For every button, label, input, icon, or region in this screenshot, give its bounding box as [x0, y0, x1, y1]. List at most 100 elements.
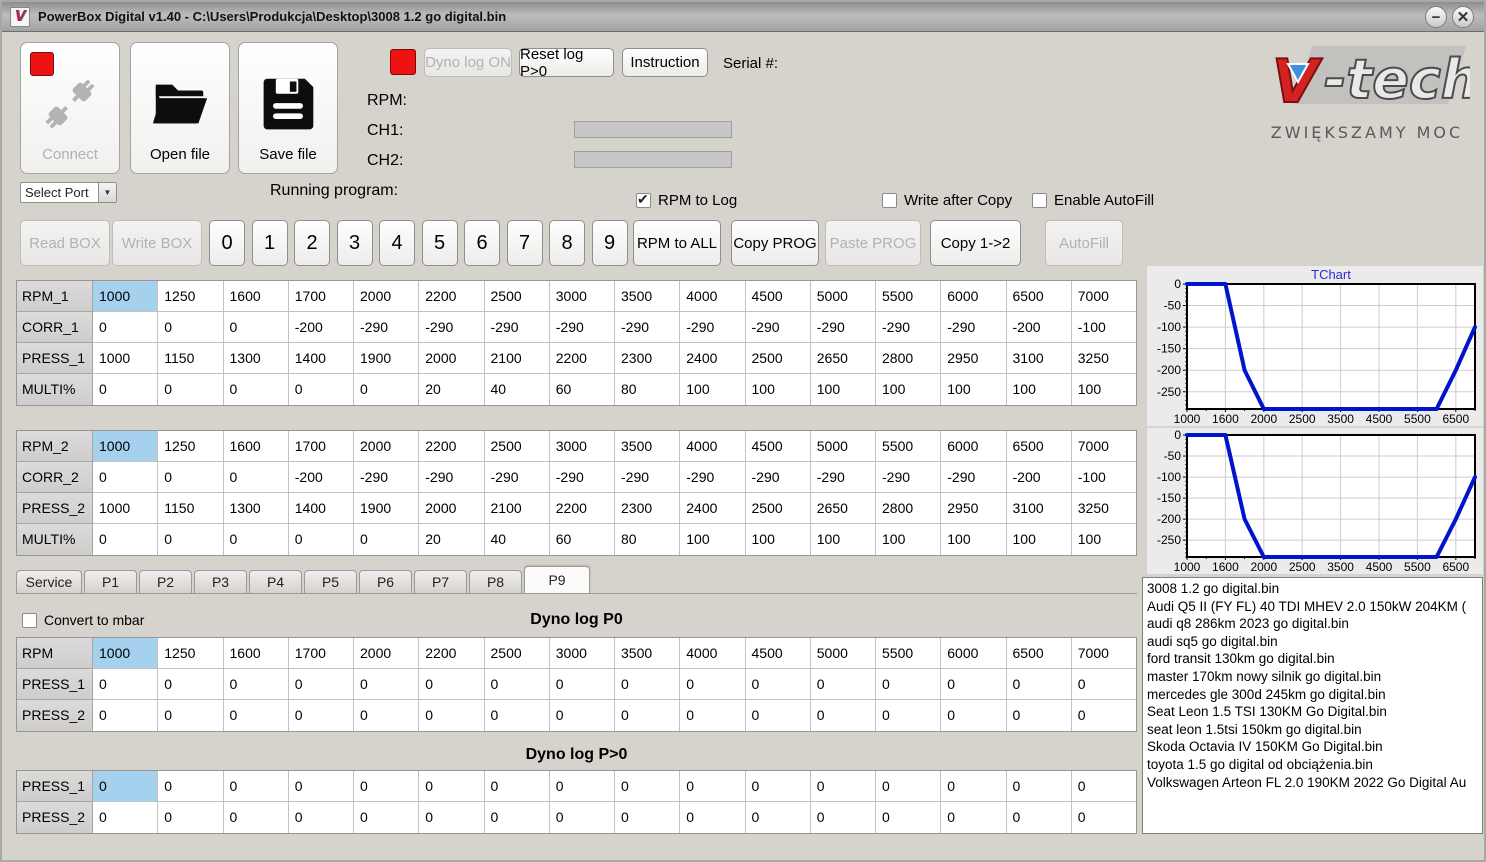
- table-cell[interactable]: 5000: [810, 638, 876, 669]
- open-file-button[interactable]: Open file: [130, 42, 230, 174]
- tab-p2[interactable]: P2: [139, 570, 192, 593]
- table-cell[interactable]: 20: [419, 374, 485, 405]
- table-cell[interactable]: 0: [419, 802, 485, 833]
- file-list-item[interactable]: Seat Leon 1.5 TSI 130KM Go Digital.bin: [1147, 703, 1478, 721]
- table-cell[interactable]: 2200: [419, 638, 485, 669]
- table-cell[interactable]: 2000: [419, 343, 485, 374]
- table-cell[interactable]: 0: [158, 462, 224, 493]
- chevron-down-icon[interactable]: ▼: [98, 183, 116, 202]
- rpm-to-log-box[interactable]: [636, 191, 651, 208]
- table-cell[interactable]: 0: [158, 771, 224, 802]
- digit-button-9[interactable]: 9: [591, 220, 628, 266]
- table-cell[interactable]: 0: [941, 669, 1007, 700]
- table-cell[interactable]: 1700: [288, 431, 354, 462]
- table-cell[interactable]: 0: [745, 669, 811, 700]
- table-cell[interactable]: 100: [810, 524, 876, 555]
- table-cell[interactable]: 0: [288, 802, 354, 833]
- table-cell[interactable]: 100: [1071, 524, 1136, 555]
- table-cell[interactable]: 0: [549, 802, 615, 833]
- tab-p3[interactable]: P3: [194, 570, 247, 593]
- tab-p4[interactable]: P4: [249, 570, 302, 593]
- table-cell[interactable]: -290: [745, 462, 811, 493]
- table-cell[interactable]: 4000: [680, 281, 746, 312]
- table-cell[interactable]: 0: [288, 771, 354, 802]
- table-cell[interactable]: 7000: [1071, 281, 1136, 312]
- table-cell[interactable]: 1300: [223, 343, 289, 374]
- table-cell[interactable]: 0: [549, 700, 615, 731]
- table-cell[interactable]: -290: [876, 462, 942, 493]
- table-cell[interactable]: 0: [288, 700, 354, 731]
- rpm-to-log-checkbox[interactable]: RPM to Log: [636, 191, 737, 209]
- table-cell[interactable]: -100: [1071, 312, 1136, 343]
- table-cell[interactable]: 2500: [484, 281, 550, 312]
- table-cell[interactable]: 1000: [93, 493, 159, 524]
- digit-button-7[interactable]: 7: [506, 220, 543, 266]
- table-cell[interactable]: 5500: [876, 431, 942, 462]
- digit-button-3[interactable]: 3: [336, 220, 373, 266]
- save-file-button[interactable]: Save file: [238, 42, 338, 174]
- table-cell[interactable]: 0: [745, 802, 811, 833]
- table-cell[interactable]: 1000: [93, 431, 159, 462]
- paste-prog-button[interactable]: Paste PROG: [825, 220, 921, 266]
- file-list-item[interactable]: mercedes gle 300d 245km go digital.bin: [1147, 686, 1478, 704]
- table-cell[interactable]: 0: [158, 374, 224, 405]
- table-cell[interactable]: 2000: [354, 431, 420, 462]
- table-cell[interactable]: 0: [354, 669, 420, 700]
- table-cell[interactable]: 0: [354, 771, 420, 802]
- table-cell[interactable]: -290: [876, 312, 942, 343]
- table-cell[interactable]: 2200: [549, 493, 615, 524]
- table-cell[interactable]: 100: [1071, 374, 1136, 405]
- table-cell[interactable]: 2200: [419, 281, 485, 312]
- table-cell[interactable]: 4000: [680, 638, 746, 669]
- table-cell[interactable]: 0: [93, 802, 159, 833]
- minimize-button[interactable]: −: [1425, 6, 1447, 28]
- table-cell[interactable]: 0: [354, 374, 420, 405]
- file-list-item[interactable]: audi q8 286km 2023 go digital.bin: [1147, 615, 1478, 633]
- table-cell[interactable]: 0: [745, 771, 811, 802]
- table-cell[interactable]: 0: [354, 802, 420, 833]
- table-cell[interactable]: 0: [941, 700, 1007, 731]
- table-cell[interactable]: 0: [223, 524, 289, 555]
- table-cell[interactable]: 0: [288, 524, 354, 555]
- table-cell[interactable]: 2950: [941, 343, 1007, 374]
- table-cell[interactable]: 40: [484, 524, 550, 555]
- table-cell[interactable]: 4000: [680, 431, 746, 462]
- table-cell[interactable]: 0: [93, 700, 159, 731]
- table-cell[interactable]: -290: [810, 462, 876, 493]
- table-cell[interactable]: 100: [941, 374, 1007, 405]
- table-cell[interactable]: 2500: [745, 343, 811, 374]
- table-cell[interactable]: 6000: [941, 431, 1007, 462]
- table-cell[interactable]: 2950: [941, 493, 1007, 524]
- table-cell[interactable]: 0: [484, 700, 550, 731]
- table-cell[interactable]: 7000: [1071, 638, 1136, 669]
- table-cell[interactable]: 1250: [158, 431, 224, 462]
- enable-autofill-checkbox[interactable]: Enable AutoFill: [1032, 192, 1154, 209]
- tab-p9[interactable]: P9: [524, 566, 590, 593]
- table-cell[interactable]: 3500: [615, 281, 681, 312]
- table-cell[interactable]: -290: [549, 462, 615, 493]
- table-cell[interactable]: -290: [745, 312, 811, 343]
- table-cell[interactable]: -200: [288, 312, 354, 343]
- table-cell[interactable]: 5000: [810, 431, 876, 462]
- file-list-item[interactable]: master 170km nowy silnik go digital.bin: [1147, 668, 1478, 686]
- table-cell[interactable]: 6500: [1006, 431, 1072, 462]
- table-cell[interactable]: 0: [93, 312, 159, 343]
- table-cell[interactable]: 1250: [158, 281, 224, 312]
- table-cell[interactable]: 0: [484, 802, 550, 833]
- table-cell[interactable]: 0: [941, 771, 1007, 802]
- table-cell[interactable]: 2500: [484, 638, 550, 669]
- table-cell[interactable]: 0: [93, 374, 159, 405]
- table-cell[interactable]: 0: [1006, 700, 1072, 731]
- table-cell[interactable]: -290: [941, 462, 1007, 493]
- table-cell[interactable]: 2000: [354, 281, 420, 312]
- table-cell[interactable]: 1600: [223, 431, 289, 462]
- table-cell[interactable]: 5000: [810, 281, 876, 312]
- table-cell[interactable]: 0: [876, 802, 942, 833]
- close-button[interactable]: ✕: [1452, 6, 1474, 28]
- table-cell[interactable]: 2200: [549, 343, 615, 374]
- table-cell[interactable]: 100: [680, 374, 746, 405]
- title-bar[interactable]: V PowerBox Digital v1.40 - C:\Users\Prod…: [2, 2, 1484, 32]
- table-cell[interactable]: 4500: [745, 431, 811, 462]
- table-cell[interactable]: 0: [549, 771, 615, 802]
- file-list-item[interactable]: 3008 1.2 go digital.bin: [1147, 580, 1478, 598]
